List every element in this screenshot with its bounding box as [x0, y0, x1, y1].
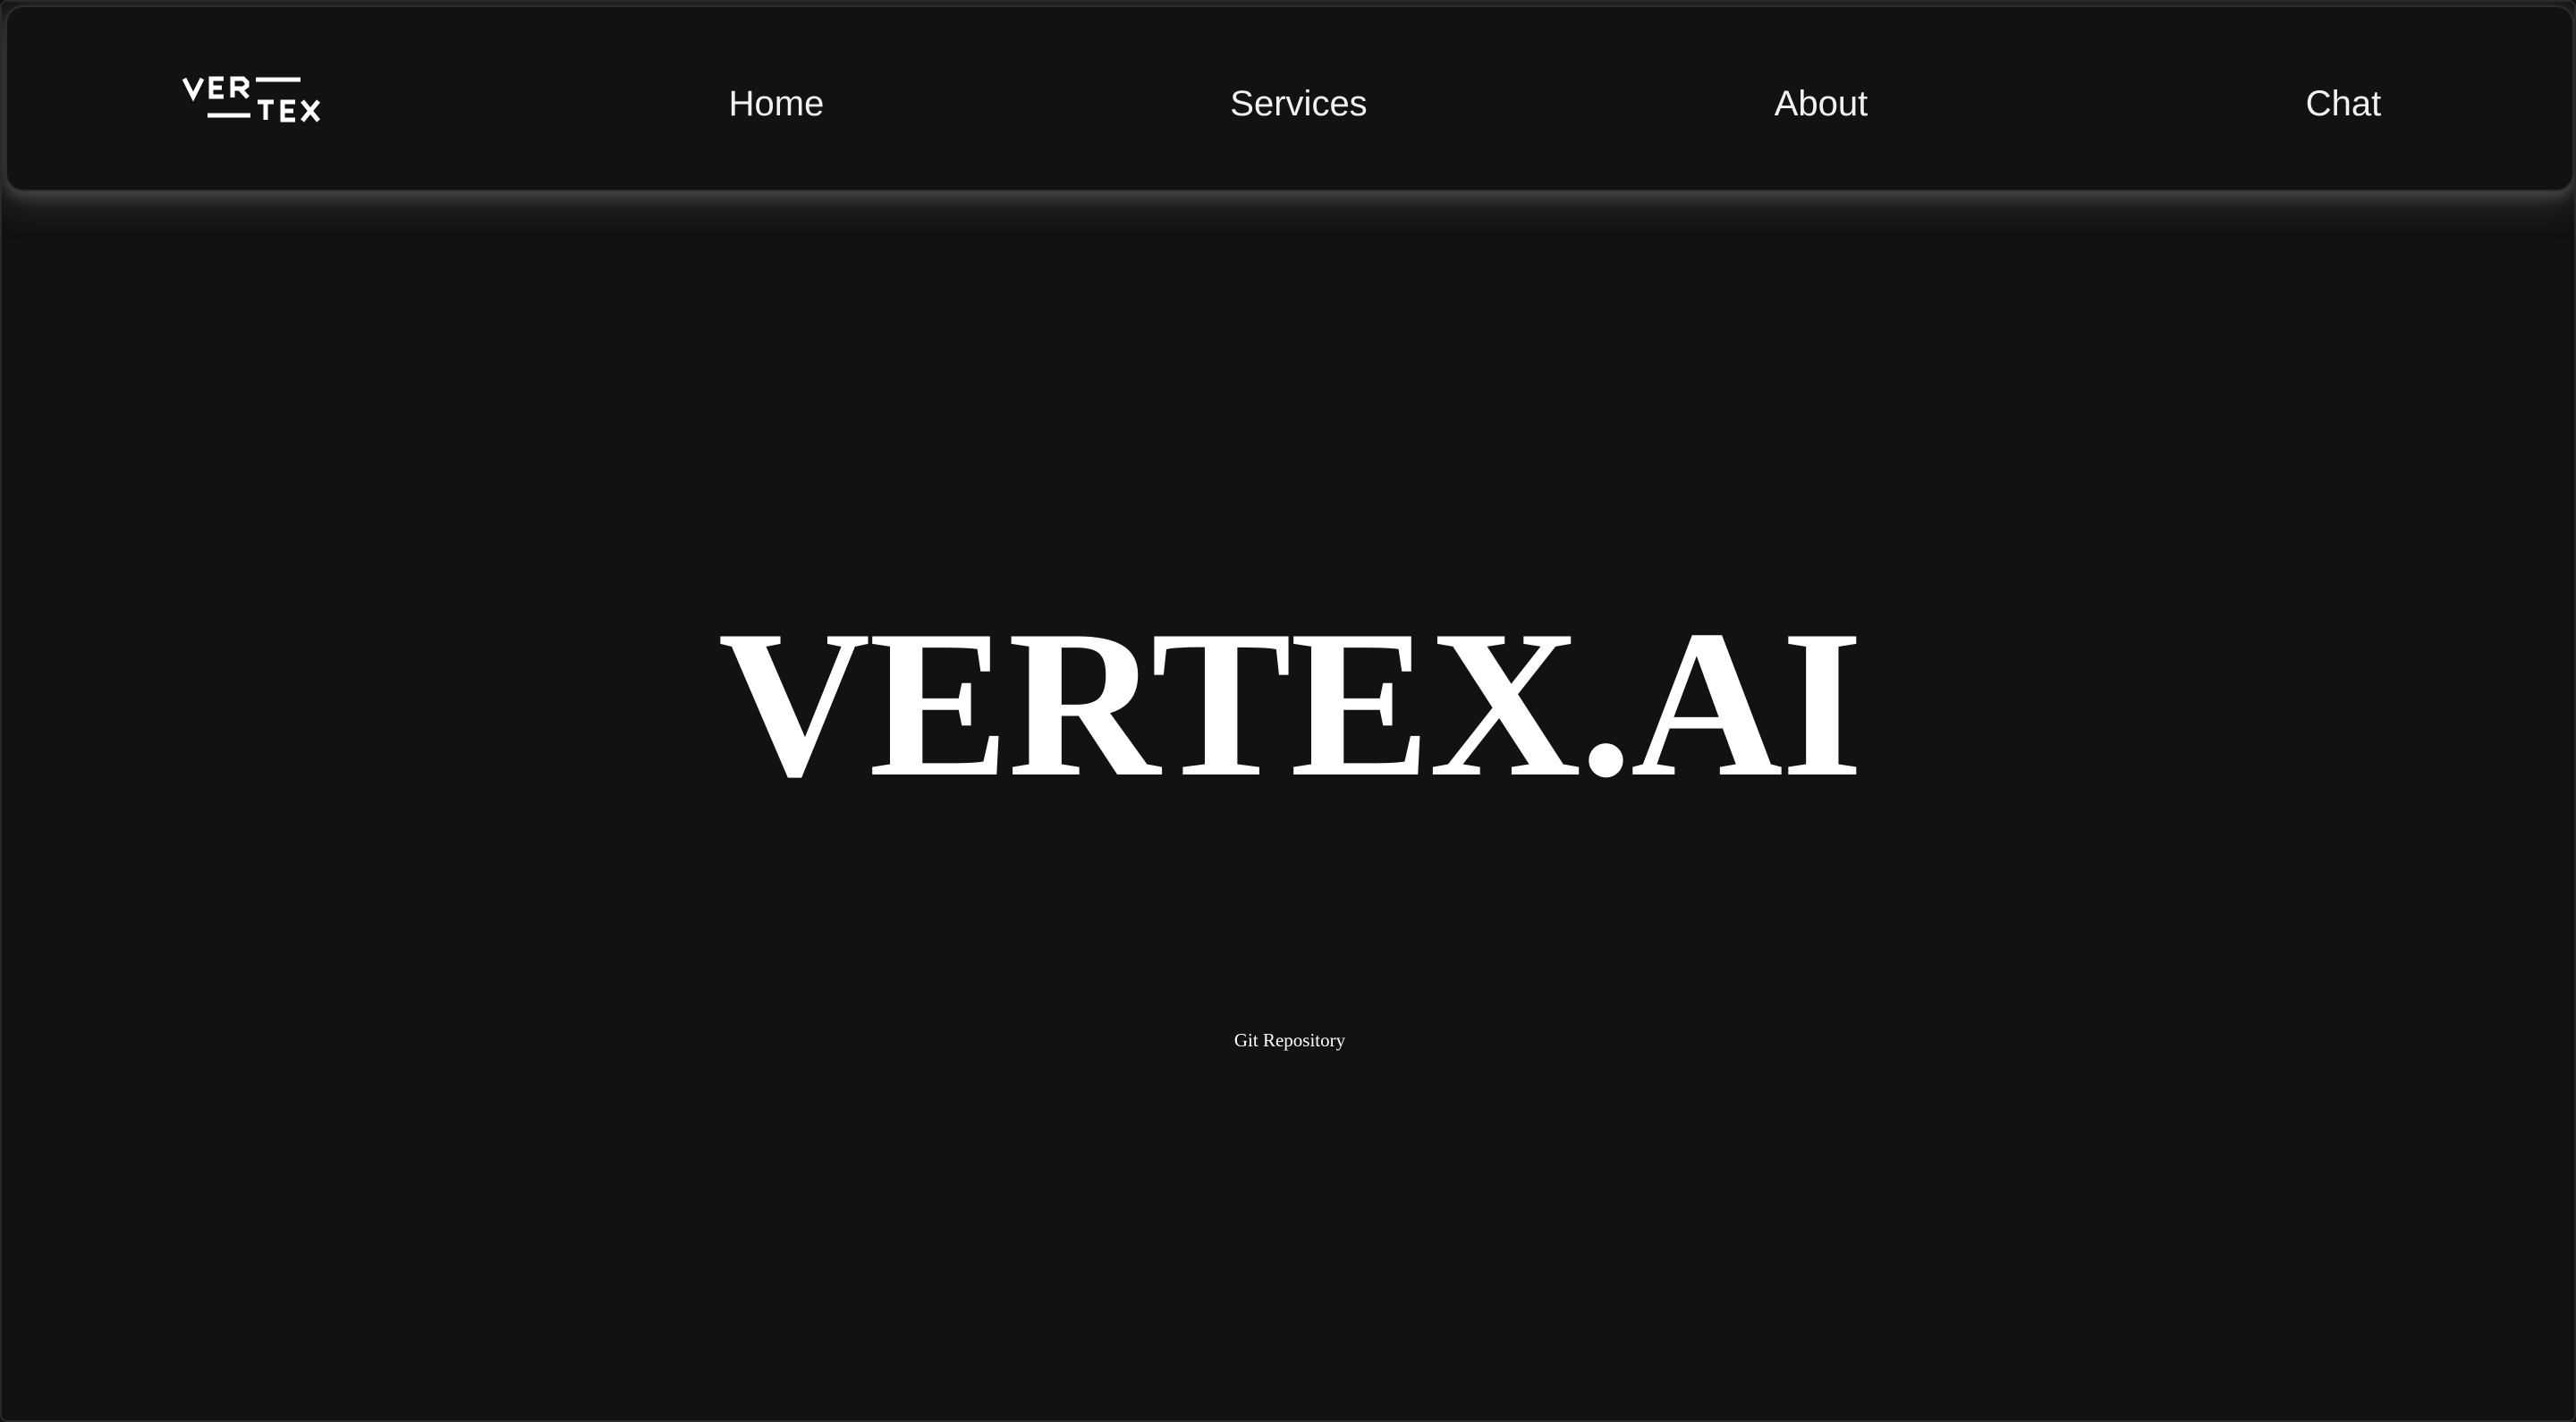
page-frame: Home Services About Chat VERTEX.AI Git R… — [0, 0, 2576, 1422]
git-repository-link[interactable]: Git Repository — [2, 1028, 2574, 1052]
nav-item-about[interactable]: About — [1775, 82, 1868, 125]
nav-item-chat[interactable]: Chat — [2306, 82, 2382, 125]
top-navbar: Home Services About Chat — [5, 5, 2574, 191]
brand-logo[interactable] — [182, 73, 326, 123]
nav-item-home[interactable]: Home — [729, 82, 825, 125]
hero-title: VERTEX.AI — [717, 588, 1864, 821]
nav-item-services[interactable]: Services — [1230, 82, 1367, 125]
vertex-logo-icon — [182, 76, 320, 123]
